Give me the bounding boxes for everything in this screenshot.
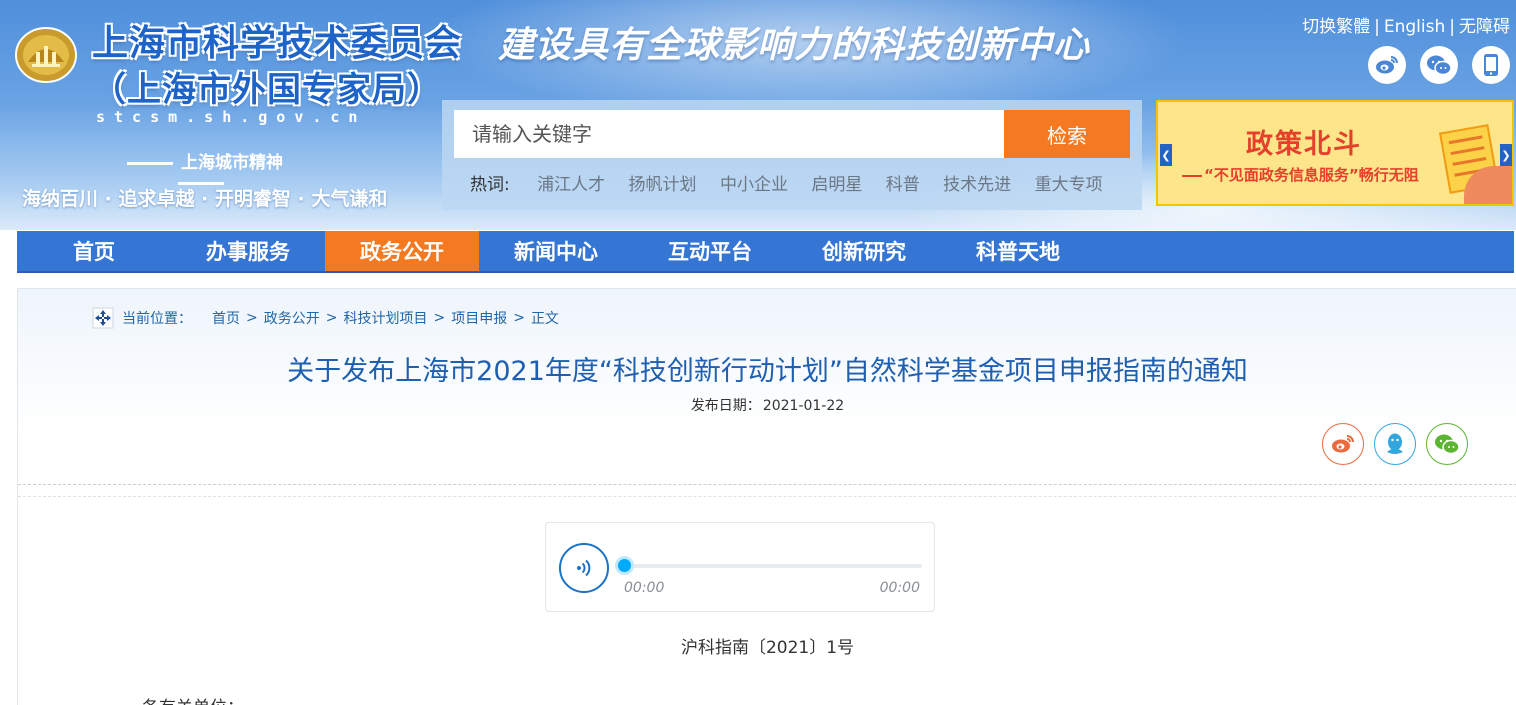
banner-next-arrow-icon[interactable]: ❯ [1500, 144, 1512, 166]
share-buttons [1322, 423, 1468, 465]
hot-word-link[interactable]: 扬帆计划 [629, 175, 697, 195]
decorative-line [127, 161, 173, 165]
hot-words-label: 热词: [470, 175, 510, 195]
site-title: 上海市科学技术委员会 [92, 23, 463, 64]
banner-subtitle-text: “不见面政务信息服务”畅行无阻 [1204, 166, 1419, 184]
banner-subtitle: “不见面政务信息服务”畅行无阻 [1182, 164, 1419, 185]
nav-item-home[interactable]: 首页 [17, 231, 171, 271]
divider [18, 496, 1516, 497]
audio-progress-handle[interactable] [618, 559, 631, 572]
publish-date-value: 2021-01-22 [762, 398, 845, 414]
emblem-icon [15, 27, 77, 83]
share-wechat-icon[interactable] [1426, 423, 1468, 465]
traditional-chinese-link[interactable]: 切换繁體 [1302, 17, 1370, 37]
weibo-icon[interactable] [1368, 46, 1406, 84]
hot-word-link[interactable]: 浦江人才 [537, 175, 605, 195]
banner-prev-arrow-icon[interactable]: ❮ [1160, 144, 1172, 166]
decorative-dash [1182, 174, 1202, 177]
audio-current-time: 00:00 [624, 580, 665, 596]
main-nav: 首页 办事服务 政务公开 新闻中心 互动平台 创新研究 科普天地 [17, 231, 1514, 273]
link-separator: | [1449, 17, 1455, 37]
hot-word-link[interactable]: 启明星 [811, 175, 862, 195]
share-weibo-icon[interactable] [1322, 423, 1364, 465]
city-spirit-label: 上海城市精神 [181, 153, 283, 173]
english-link[interactable]: English [1384, 17, 1445, 37]
audio-duration: 00:00 [879, 580, 920, 596]
breadcrumb-separator: > [513, 310, 525, 326]
nav-item-science[interactable]: 科普天地 [941, 231, 1095, 271]
hot-word-link[interactable]: 重大专项 [1035, 175, 1103, 195]
divider [18, 484, 1516, 485]
search-panel: 检索 热词: 浦江人才 扬帆计划 中小企业 启明星 科普 技术先进 重大专项 [442, 100, 1142, 210]
search-button[interactable]: 检索 [1004, 110, 1130, 158]
article-container: 当前位置： 首页 > 政务公开 > 科技计划项目 > 项目申报 > 正文 关于发布上海市… [17, 288, 1516, 705]
breadcrumb-item-current[interactable]: 正文 [531, 308, 559, 328]
breadcrumb-item[interactable]: 政务公开 [264, 308, 320, 328]
site-domain: stcsm.sh.gov.cn [96, 108, 367, 126]
speaker-icon [577, 559, 591, 577]
wechat-icon[interactable] [1420, 46, 1458, 84]
publish-date: 发布日期： 2021-01-22 [18, 395, 1516, 415]
site-subtitle: （上海市外国专家局） [92, 70, 442, 110]
header-social-icons [1368, 46, 1510, 84]
document-number: 沪科指南〔2021〕1号 [680, 638, 855, 658]
publish-date-label: 发布日期： [690, 398, 761, 414]
accessibility-link[interactable]: 无障碍 [1459, 17, 1510, 37]
mobile-icon[interactable] [1472, 46, 1510, 84]
audio-progress-track[interactable] [624, 564, 922, 568]
nav-item-innovation[interactable]: 创新研究 [787, 231, 941, 271]
banner-title: 政策北斗 [1246, 129, 1362, 160]
breadcrumb-separator: > [433, 310, 446, 326]
breadcrumb: 当前位置： 首页 > 政务公开 > 科技计划项目 > 项目申报 > 正文 [92, 307, 559, 329]
audio-player: 00:00 00:00 [545, 522, 935, 612]
hot-words: 热词: 浦江人才 扬帆计划 中小企业 启明星 科普 技术先进 重大专项 [470, 170, 1121, 195]
search-input[interactable] [454, 110, 1006, 158]
city-spirit-motto: 海纳百川 · 追求卓越 · 开明睿智 · 大气谦和 [22, 188, 388, 210]
share-qq-icon[interactable] [1374, 423, 1416, 465]
location-icon [92, 307, 114, 329]
link-separator: | [1374, 17, 1380, 37]
breadcrumb-item[interactable]: 首页 [212, 308, 240, 328]
hot-word-link[interactable]: 技术先进 [943, 175, 1011, 195]
breadcrumb-separator: > [246, 310, 258, 326]
top-links: 切换繁體 | English | 无障碍 [1302, 12, 1510, 37]
article-title: 关于发布上海市2021年度“科技创新行动计划”自然科学基金项目申报指南的通知 [287, 356, 1248, 387]
site-header: 上海市科学技术委员会 （上海市外国专家局） stcsm.sh.gov.cn 上海… [0, 0, 1516, 230]
article-salutation: 各有关单位： [142, 693, 244, 705]
nav-item-news[interactable]: 新闻中心 [479, 231, 633, 271]
header-slogan: 建设具有全球影响力的科技创新中心 [498, 24, 1091, 66]
policy-banner[interactable]: ❮ ❯ 政策北斗 “不见面政务信息服务”畅行无阻 [1156, 100, 1514, 206]
nav-item-interaction[interactable]: 互动平台 [633, 231, 787, 271]
breadcrumb-label: 当前位置： [122, 311, 192, 327]
breadcrumb-item[interactable]: 科技计划项目 [343, 308, 427, 328]
hot-word-link[interactable]: 科普 [886, 175, 920, 195]
nav-item-services[interactable]: 办事服务 [171, 231, 325, 271]
hot-word-link[interactable]: 中小企业 [720, 175, 788, 195]
breadcrumb-separator: > [325, 310, 338, 326]
nav-item-government-affairs[interactable]: 政务公开 [325, 231, 479, 271]
play-audio-button[interactable] [559, 543, 609, 593]
breadcrumb-item[interactable]: 项目申报 [451, 308, 507, 328]
